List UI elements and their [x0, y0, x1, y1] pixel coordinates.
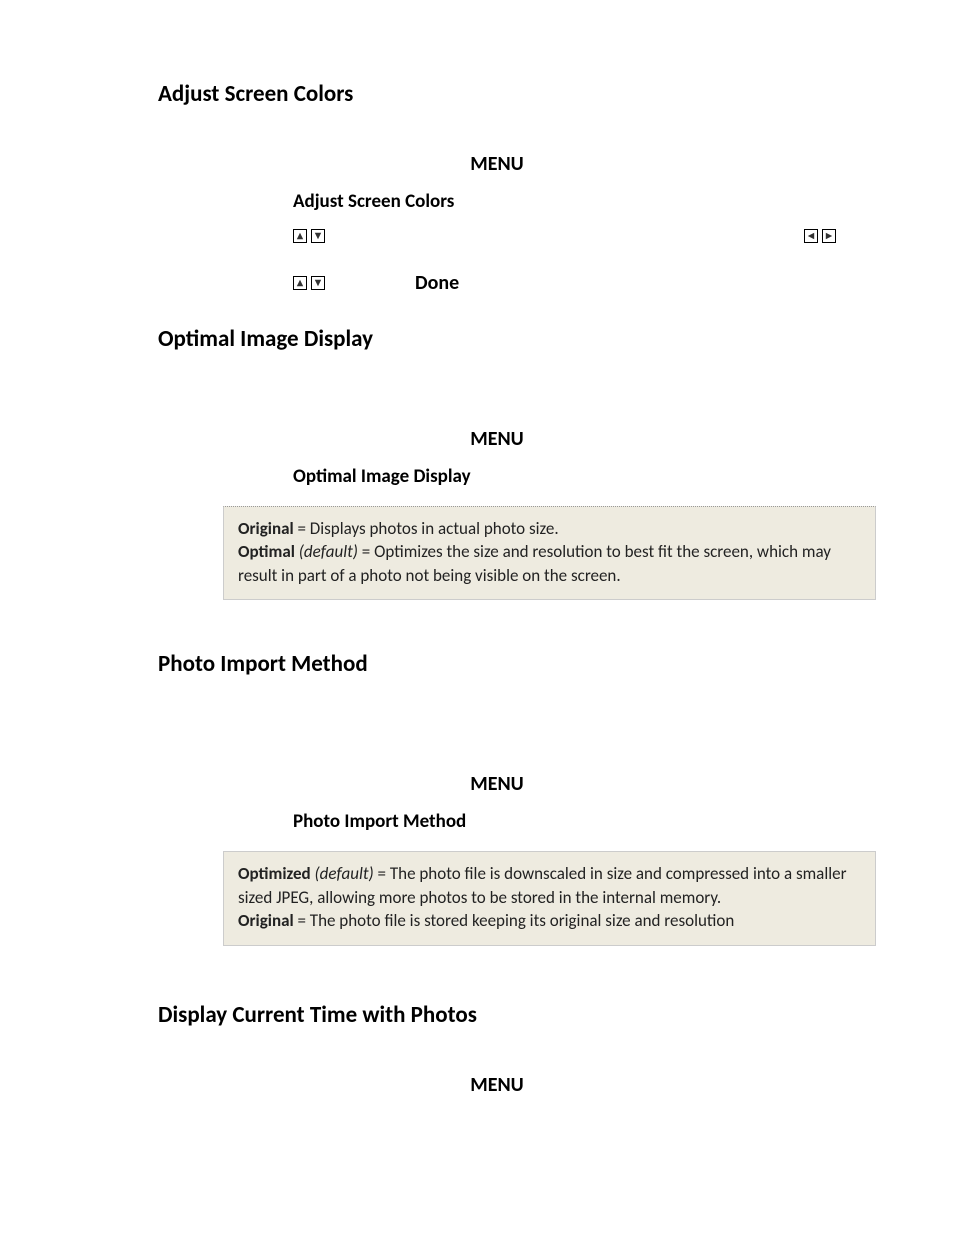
arrow-down-icon[interactable]	[311, 229, 325, 243]
arrow-right-icon[interactable]	[822, 229, 836, 243]
menu-label-import: MENU	[158, 772, 836, 796]
note-box-optimal: Original = Displays photos in actual pho…	[223, 506, 876, 600]
section-heading-import: Photo Import Method	[158, 650, 836, 678]
done-label[interactable]: Done	[415, 271, 459, 295]
adjust-block: Adjust Screen Colors Done	[293, 190, 836, 295]
section-heading-optimal: Optimal Image Display	[158, 325, 836, 353]
adjust-arrow-row-1	[293, 229, 836, 243]
note-term-original: Original	[238, 518, 294, 539]
note-term-optimized: Optimized	[238, 863, 311, 884]
menu-label-time: MENU	[158, 1073, 836, 1097]
sub-heading-optimal: Optimal Image Display	[293, 465, 836, 488]
arrow-left-icon[interactable]	[804, 229, 818, 243]
note-default-optimized: (default)	[311, 863, 374, 884]
note-term-optimal: Optimal	[238, 541, 295, 562]
arrow-down-icon[interactable]	[311, 276, 325, 290]
arrow-up-icon[interactable]	[293, 229, 307, 243]
sub-heading-import: Photo Import Method	[293, 810, 836, 833]
section-heading-adjust: Adjust Screen Colors	[158, 80, 836, 108]
section-heading-time: Display Current Time with Photos	[158, 1001, 836, 1029]
optimal-block: Optimal Image Display	[293, 465, 836, 488]
adjust-done-row: Done	[293, 271, 836, 295]
note-text-original: = Displays photos in actual photo size.	[294, 518, 559, 539]
note-box-import: Optimized (default) = The photo file is …	[223, 851, 876, 945]
menu-label-adjust: MENU	[158, 152, 836, 176]
arrow-up-icon[interactable]	[293, 276, 307, 290]
import-block: Photo Import Method	[293, 810, 836, 833]
sub-heading-adjust: Adjust Screen Colors	[293, 190, 836, 213]
menu-label-optimal: MENU	[158, 427, 836, 451]
note-term-original2: Original	[238, 910, 294, 931]
note-default-optimal: (default)	[295, 541, 358, 562]
note-text-original2: = The photo file is stored keeping its o…	[294, 910, 735, 931]
